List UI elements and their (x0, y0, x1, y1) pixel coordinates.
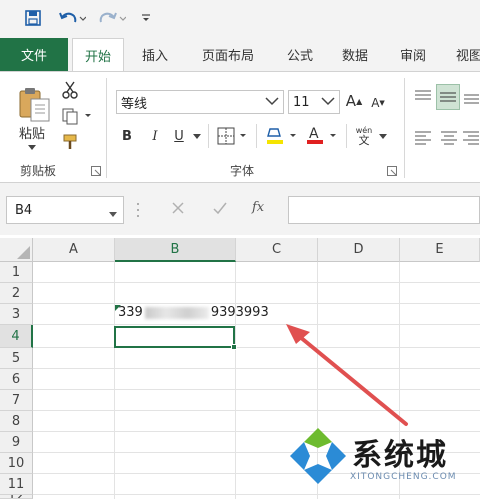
grid-line (33, 282, 480, 283)
format-painter-icon[interactable] (60, 132, 82, 152)
ribbon-separator (256, 124, 257, 148)
font-name-dropdown[interactable]: 等线 (116, 90, 284, 114)
grow-font-label: A (345, 92, 357, 110)
cell-b3-prefix: 339 (118, 305, 143, 320)
tab-file[interactable]: 文件 (0, 38, 68, 71)
font-color-icon[interactable]: A (304, 124, 340, 148)
save-icon[interactable] (22, 6, 44, 30)
name-box-value: B4 (15, 202, 33, 218)
row-header-3[interactable]: 3 (0, 304, 33, 325)
tab-insert[interactable]: 插入 (130, 38, 180, 71)
tab-home[interactable]: 开始 (72, 38, 124, 72)
underline-button[interactable]: U (172, 126, 186, 146)
tab-view[interactable]: 视图 (446, 38, 480, 71)
fill-handle[interactable] (231, 344, 237, 350)
font-name-value: 等线 (121, 96, 148, 112)
svg-text:A: A (309, 126, 319, 142)
font-size-dropdown[interactable]: 11 (288, 90, 340, 114)
border-icon[interactable] (216, 126, 250, 146)
watermark-subtext: XITONGCHENG.COM (350, 472, 457, 482)
copy-icon[interactable] (60, 106, 94, 126)
align-bottom-icon[interactable] (462, 86, 480, 108)
grid-line (235, 262, 236, 499)
name-box[interactable]: B4 (6, 196, 124, 224)
ribbon-tabs: 文件 开始 插入 页面布局 公式 数据 审阅 视图 (0, 38, 480, 72)
tab-review[interactable]: 审阅 (388, 38, 438, 71)
cancel-icon[interactable] (170, 200, 188, 220)
row-header-7[interactable]: 7 (0, 390, 33, 411)
column-header-c[interactable]: C (236, 238, 318, 262)
grow-font-button[interactable]: A ▲ (346, 90, 362, 112)
paste-icon[interactable] (14, 84, 54, 124)
insert-function-button[interactable]: fx (252, 200, 272, 220)
align-middle-icon[interactable] (436, 84, 460, 110)
watermark-text: 系统城 (352, 438, 448, 473)
phonetic-guide-button[interactable]: wén 文 (352, 122, 376, 150)
font-size-value: 11 (293, 94, 310, 110)
shrink-font-button[interactable]: A ▼ (370, 92, 386, 114)
phonetic-dropdown-icon[interactable] (378, 130, 388, 142)
chevron-down-icon (265, 95, 279, 111)
row-header-2[interactable]: 2 (0, 283, 33, 304)
row-header-1[interactable]: 1 (0, 262, 33, 283)
column-header-d[interactable]: D (318, 238, 400, 262)
ribbon-separator (208, 124, 209, 148)
row-header-4[interactable]: 4 (0, 325, 33, 348)
formula-input[interactable] (288, 196, 480, 224)
row-header-5[interactable]: 5 (0, 348, 33, 369)
align-top-icon[interactable] (412, 86, 434, 108)
ribbon-separator (404, 78, 405, 178)
clipboard-group-label: 剪贴板 (20, 164, 57, 178)
tab-page-layout[interactable]: 页面布局 (188, 38, 268, 71)
underline-dropdown-icon[interactable] (192, 130, 202, 142)
clipboard-launcher-icon[interactable] (90, 165, 102, 177)
cell-b3[interactable]: 339 9393993 (118, 305, 269, 320)
align-right-icon[interactable] (462, 126, 480, 148)
phonetic-bottom-label: 文 (358, 134, 370, 147)
undo-icon[interactable] (56, 6, 88, 30)
tab-data[interactable]: 数据 (330, 38, 380, 71)
formula-bar-grip-icon[interactable] (136, 200, 140, 220)
cell-b3-suffix: 9393993 (210, 305, 269, 320)
fill-color-icon[interactable] (264, 124, 300, 148)
redacted-digits (144, 306, 209, 319)
grid-line (114, 262, 115, 499)
row-header-9[interactable]: 9 (0, 432, 33, 453)
redo-icon[interactable] (96, 6, 128, 30)
font-group-label: 字体 (230, 164, 255, 178)
bold-button[interactable]: B (120, 126, 134, 146)
chevron-down-icon[interactable] (109, 206, 117, 221)
active-cell-b4[interactable] (114, 326, 235, 348)
select-all-button[interactable] (0, 238, 33, 262)
row-header-8[interactable]: 8 (0, 411, 33, 432)
shrink-font-label: A (371, 96, 380, 110)
quick-access-toolbar (0, 0, 480, 38)
grid-line (33, 303, 480, 304)
paste-dropdown-icon[interactable] (26, 142, 38, 152)
ribbon-separator (106, 78, 107, 178)
align-left-icon[interactable] (412, 126, 434, 148)
font-launcher-icon[interactable] (386, 165, 398, 177)
row-header-10[interactable]: 10 (0, 453, 33, 474)
grid-line (33, 494, 480, 495)
column-header-a[interactable]: A (33, 238, 115, 262)
ribbon: 粘贴 剪贴板 等线 11 A ▲ A ▼ B I U A wén 文 字体 (0, 71, 480, 183)
watermark-logo-icon (290, 428, 346, 484)
annotation-arrow-icon (286, 324, 408, 426)
tab-formulas[interactable]: 公式 (275, 38, 325, 71)
column-header-e[interactable]: E (400, 238, 480, 262)
paste-button[interactable]: 粘贴 (12, 124, 52, 142)
row-header-6[interactable]: 6 (0, 369, 33, 390)
ribbon-separator (346, 124, 347, 148)
chevron-down-icon (321, 95, 335, 111)
enter-icon[interactable] (212, 200, 230, 220)
italic-button[interactable]: I (148, 126, 162, 146)
customize-icon[interactable] (138, 6, 154, 30)
align-center-icon[interactable] (438, 126, 460, 148)
column-header-b[interactable]: B (115, 238, 236, 262)
cut-icon[interactable] (60, 80, 80, 100)
row-header-12[interactable]: 12 (0, 495, 33, 499)
row-header-11[interactable]: 11 (0, 474, 33, 495)
